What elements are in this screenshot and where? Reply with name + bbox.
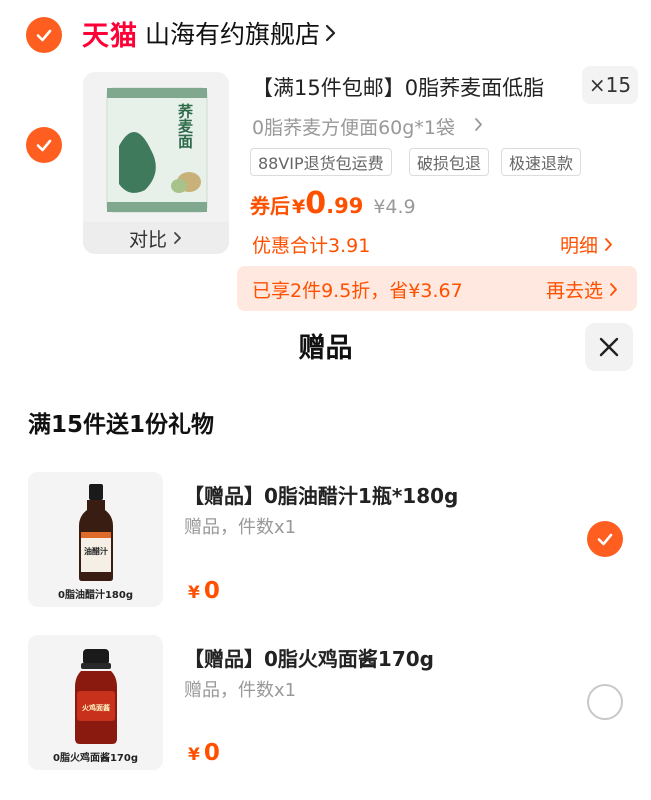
discount-detail-link[interactable]: 明细 bbox=[560, 231, 614, 258]
currency-symbol: ¥ bbox=[188, 745, 200, 765]
price-row: 券后 ¥ 0 .99 ¥4.9 bbox=[250, 186, 416, 222]
detail-label: 明细 bbox=[560, 235, 599, 257]
gift-rule: 满15件送1份礼物 bbox=[28, 412, 215, 438]
gift-price-value: 0 bbox=[203, 740, 220, 766]
compare-label: 对比 bbox=[128, 228, 167, 251]
bottle-label: 火鸡面酱 bbox=[82, 703, 110, 712]
gift-select-radio[interactable] bbox=[587, 684, 623, 720]
close-icon bbox=[599, 337, 619, 357]
chevron-right-icon[interactable] bbox=[474, 117, 484, 132]
bottle-label: 油醋汁 bbox=[84, 546, 108, 556]
price-integer: 0 bbox=[305, 186, 327, 221]
gift-name: 【赠品】0脂火鸡面酱170g bbox=[184, 647, 434, 671]
service-tag: 极速退款 bbox=[501, 148, 582, 176]
gift-name: 【赠品】0脂油醋汁1瓶*180g bbox=[184, 484, 459, 508]
service-tag: 破损包退 bbox=[409, 148, 490, 176]
product-thumbnail[interactable]: 荞麦面 对比 bbox=[83, 72, 229, 254]
gift-price: ¥0 bbox=[188, 740, 220, 766]
quantity-badge[interactable]: ×15 bbox=[582, 66, 638, 104]
chevron-right-icon[interactable] bbox=[324, 23, 338, 43]
check-icon bbox=[36, 139, 52, 152]
store-name-link[interactable]: 山海有约旗舰店 bbox=[145, 15, 320, 51]
chevron-right-icon bbox=[605, 238, 612, 251]
compare-button[interactable]: 对比 bbox=[83, 222, 229, 254]
gift-price: ¥0 bbox=[188, 578, 220, 604]
gift-image: 火鸡面酱 0脂火鸡面酱170g bbox=[28, 635, 163, 770]
currency-symbol: ¥ bbox=[292, 196, 306, 218]
tmall-logo: 天猫 bbox=[82, 21, 138, 52]
discount-total: 优惠合计3.91 bbox=[252, 235, 371, 257]
gift-sheet-title: 赠品 bbox=[298, 333, 353, 364]
reselect-link[interactable]: 再去选 bbox=[546, 276, 619, 303]
check-icon bbox=[36, 29, 52, 42]
chevron-right-icon bbox=[174, 232, 181, 244]
service-tag: 88VIP退货包运费 bbox=[250, 148, 392, 176]
vinegar-bottle-image: 油醋汁 bbox=[79, 484, 113, 581]
chevron-right-icon bbox=[610, 283, 617, 296]
close-button[interactable] bbox=[585, 323, 633, 371]
sku-selector[interactable]: 0脂荞麦方便面60g*1袋 bbox=[252, 113, 455, 140]
coupon-price-label: 券后 bbox=[250, 194, 290, 218]
package-label: 荞麦面 bbox=[176, 103, 194, 150]
reselect-label: 再去选 bbox=[545, 280, 603, 302]
gift-subtitle: 赠品，件数x1 bbox=[184, 517, 297, 538]
store-select-checkbox[interactable] bbox=[26, 17, 62, 53]
gift-subtitle: 赠品，件数x1 bbox=[184, 680, 297, 701]
item-select-checkbox[interactable] bbox=[26, 127, 62, 163]
gift-image-caption: 0脂油醋汁180g bbox=[58, 590, 133, 601]
gift-price-value: 0 bbox=[203, 578, 220, 604]
sauce-bottle-image: 火鸡面酱 bbox=[75, 649, 117, 744]
price-decimal: .99 bbox=[326, 194, 364, 218]
noodle-package-image: 荞麦面 bbox=[106, 87, 208, 213]
gift-image: 油醋汁 0脂油醋汁180g bbox=[28, 472, 163, 607]
promo-banner: 已享2件9.5折，省¥3.67 再去选 bbox=[237, 266, 637, 311]
gift-image-caption: 0脂火鸡面酱170g bbox=[53, 753, 138, 764]
currency-symbol: ¥ bbox=[188, 583, 200, 603]
promo-text: 已享2件9.5折，省¥3.67 bbox=[252, 280, 463, 302]
check-icon bbox=[597, 533, 613, 546]
gift-select-checkbox[interactable] bbox=[587, 521, 623, 557]
original-price: ¥4.9 bbox=[373, 196, 416, 218]
product-title[interactable]: 【满15件包邮】0脂荞麦面低脂 bbox=[252, 72, 544, 102]
